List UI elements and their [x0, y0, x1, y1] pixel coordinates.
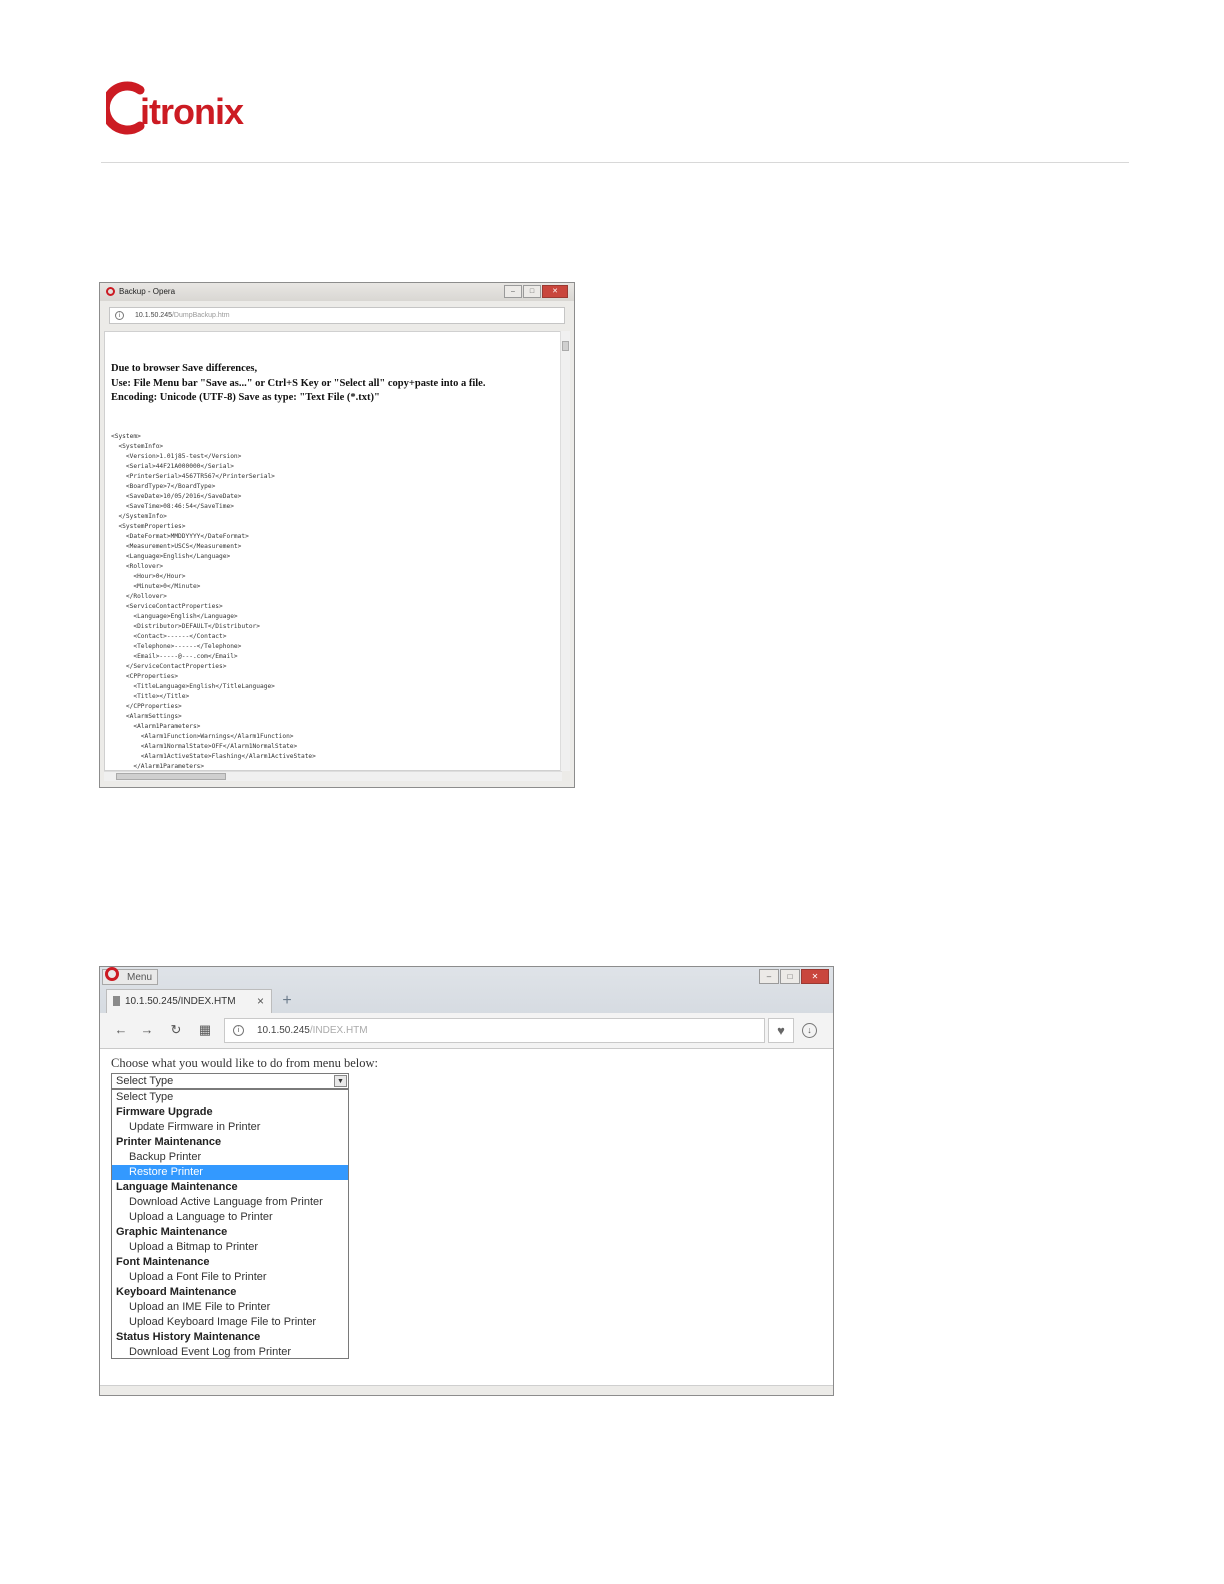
- maximize-icon[interactable]: □: [523, 285, 541, 298]
- window-titlebar: Backup - Opera – □ ✕: [100, 283, 574, 301]
- type-select[interactable]: Select Type ▼: [111, 1073, 349, 1089]
- option-group-label: Printer Maintenance: [116, 1136, 222, 1148]
- chevron-down-icon[interactable]: ▼: [334, 1075, 347, 1087]
- browser-tab[interactable]: 10.1.50.245/INDEX.HTM ×: [106, 989, 272, 1013]
- speed-dial-icon[interactable]: ▦: [196, 1022, 214, 1038]
- reload-icon[interactable]: ↻: [167, 1022, 185, 1038]
- page-icon: [113, 996, 120, 1006]
- globe-icon: i: [115, 311, 124, 320]
- notice-line: Encoding: Unicode (UTF-8) Save as type: …: [111, 392, 380, 403]
- close-icon[interactable]: ✕: [801, 969, 829, 984]
- index-browser-window: Menu – □ ✕ 10.1.50.245/INDEX.HTM × + ← →…: [99, 966, 834, 1396]
- scroll-thumb[interactable]: [562, 341, 569, 351]
- select-option[interactable]: Upload a Bitmap to Printer: [112, 1240, 348, 1255]
- vertical-scrollbar[interactable]: [560, 331, 570, 771]
- address-url[interactable]: 10.1.50.245/DumpBackup.htm: [135, 312, 230, 319]
- download-icon[interactable]: ↓: [802, 1023, 817, 1038]
- opera-logo-icon: [105, 967, 119, 981]
- bookmark-heart-icon[interactable]: ♥: [768, 1018, 794, 1043]
- header-divider: [101, 162, 1129, 163]
- address-bar[interactable]: i 10.1.50.245/DumpBackup.htm: [109, 307, 565, 324]
- opera-logo-icon: [106, 287, 115, 296]
- option-group-label: Language Maintenance: [116, 1181, 238, 1193]
- window-bottom-edge: [100, 1385, 833, 1395]
- minimize-icon[interactable]: –: [759, 969, 779, 984]
- select-option[interactable]: Upload a Font File to Printer: [112, 1270, 348, 1285]
- select-option[interactable]: Upload a Language to Printer: [112, 1210, 348, 1225]
- select-option[interactable]: Download Active Language from Printer: [112, 1195, 348, 1210]
- option-group-label: Status History Maintenance: [116, 1331, 261, 1343]
- select-options-list: Select Type Firmware Upgrade Update Firmwa…: [111, 1089, 349, 1359]
- tab-close-icon[interactable]: ×: [257, 994, 264, 1008]
- horizontal-scrollbar[interactable]: [104, 771, 562, 781]
- option-group-label: Graphic Maintenance: [116, 1226, 228, 1238]
- new-tab-icon[interactable]: +: [278, 992, 296, 1010]
- option-group-label: Firmware Upgrade: [116, 1106, 213, 1118]
- window-title: Backup - Opera: [119, 287, 176, 296]
- back-arrow-icon[interactable]: ←: [112, 1022, 130, 1037]
- select-option[interactable]: Upload an IME File to Printer: [112, 1300, 348, 1315]
- xml-backup-dump: <System> <SystemInfo> <Version>1.01j85-t…: [111, 433, 316, 770]
- window-controls: – □ ✕: [758, 969, 829, 984]
- navigation-bar: ← → ↻ ▦ i 10.1.50.245/INDEX.HTM ♥ ↓: [100, 1013, 833, 1049]
- backup-browser-window: Backup - Opera – □ ✕ i 10.1.50.245/DumpB…: [99, 282, 575, 788]
- select-option[interactable]: Restore Printer: [112, 1165, 348, 1180]
- citronix-logo: itronix: [106, 81, 245, 135]
- option-group-label: Font Maintenance: [116, 1256, 210, 1268]
- scroll-thumb[interactable]: [116, 773, 226, 780]
- close-icon[interactable]: ✕: [542, 285, 568, 298]
- select-option[interactable]: Backup Printer: [112, 1150, 348, 1165]
- selected-value: Select Type: [116, 1075, 174, 1087]
- notice-line: Due to browser Save differences,: [111, 363, 258, 374]
- svg-text:itronix: itronix: [140, 91, 244, 132]
- select-option[interactable]: Select Type: [112, 1090, 348, 1105]
- select-option[interactable]: Update Firmware in Printer: [112, 1120, 348, 1135]
- maximize-icon[interactable]: □: [780, 969, 800, 984]
- select-option[interactable]: Upload Keyboard Image File to Printer: [112, 1315, 348, 1330]
- forward-arrow-icon[interactable]: →: [138, 1022, 156, 1037]
- save-instructions: Due to browser Save differences, Use: Fi…: [111, 362, 551, 406]
- window-controls: – □ ✕: [503, 285, 568, 298]
- notice-line: Use: File Menu bar "Save as..." or Ctrl+…: [111, 377, 486, 389]
- address-bar[interactable]: i 10.1.50.245/INDEX.HTM: [224, 1018, 765, 1043]
- select-option[interactable]: Download Event Log from Printer: [112, 1345, 348, 1360]
- minimize-icon[interactable]: –: [504, 285, 522, 298]
- page-content: Due to browser Save differences, Use: Fi…: [104, 331, 562, 771]
- opera-menu-button[interactable]: Menu: [102, 967, 158, 985]
- menu-prompt: Choose what you would like to do from me…: [111, 1056, 378, 1070]
- globe-icon: i: [233, 1025, 244, 1036]
- tab-title: 10.1.50.245/INDEX.HTM: [125, 996, 236, 1007]
- address-url[interactable]: 10.1.50.245/INDEX.HTM: [257, 1025, 368, 1036]
- option-group-label: Keyboard Maintenance: [116, 1286, 237, 1298]
